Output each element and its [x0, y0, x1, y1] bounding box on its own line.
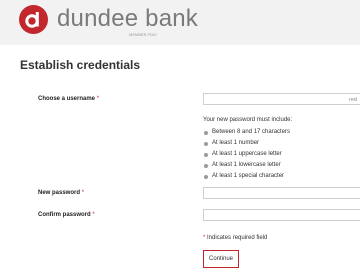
required-asterisk: *	[92, 212, 95, 218]
site-header: dundee bank MEMBER FDIC	[0, 0, 360, 45]
requirement-text: At least 1 number	[212, 140, 260, 146]
required-field-note: * Indicates required field	[203, 235, 267, 241]
requirement-text: At least 1 lowercase letter	[212, 162, 281, 168]
continue-button[interactable]: Continue	[203, 250, 239, 268]
required-asterisk: *	[96, 96, 100, 102]
bullet-icon	[204, 130, 208, 135]
confirm-password-label: Confirm password *	[38, 212, 95, 218]
bullet-icon	[204, 174, 208, 179]
bullet-icon	[204, 141, 208, 146]
requirement-text: At least 1 uppercase letter	[212, 151, 282, 157]
requirement-item: At least 1 lowercase letter	[203, 160, 290, 171]
username-label: Choose a username *	[38, 96, 99, 102]
username-input[interactable]	[203, 93, 360, 105]
requirement-item: At least 1 special character	[203, 171, 290, 182]
confirm-password-label-text: Confirm password	[38, 212, 91, 218]
member-fdic-label: MEMBER FDIC	[129, 32, 157, 37]
new-password-label-text: New password	[38, 190, 81, 196]
new-password-label: New password *	[38, 190, 84, 196]
username-label-text: Choose a username	[38, 96, 96, 102]
dundee-logo-icon[interactable]	[19, 5, 48, 34]
requirement-item: Between 8 and 17 characters	[203, 127, 290, 138]
requirement-text: Between 8 and 17 characters	[212, 129, 291, 135]
d-letter-icon	[25, 12, 39, 28]
requirement-item: At least 1 number	[203, 138, 290, 149]
required-note-text: * Indicates required field	[203, 235, 268, 241]
requirement-item: At least 1 uppercase letter	[203, 149, 290, 160]
bullet-icon	[204, 163, 208, 168]
confirm-password-input[interactable]	[203, 209, 360, 221]
password-requirements-list: Between 8 and 17 characters At least 1 n…	[203, 127, 290, 182]
required-asterisk: *	[81, 190, 85, 196]
new-password-input[interactable]	[203, 187, 360, 199]
password-requirements-intro: Your new password must include:	[203, 117, 293, 123]
requirement-text: At least 1 special character	[212, 173, 285, 179]
brand-name[interactable]: dundee bank	[57, 5, 198, 33]
page-title: Establish credentials	[20, 58, 141, 72]
username-hint: red	[349, 97, 357, 103]
bullet-icon	[204, 152, 208, 157]
